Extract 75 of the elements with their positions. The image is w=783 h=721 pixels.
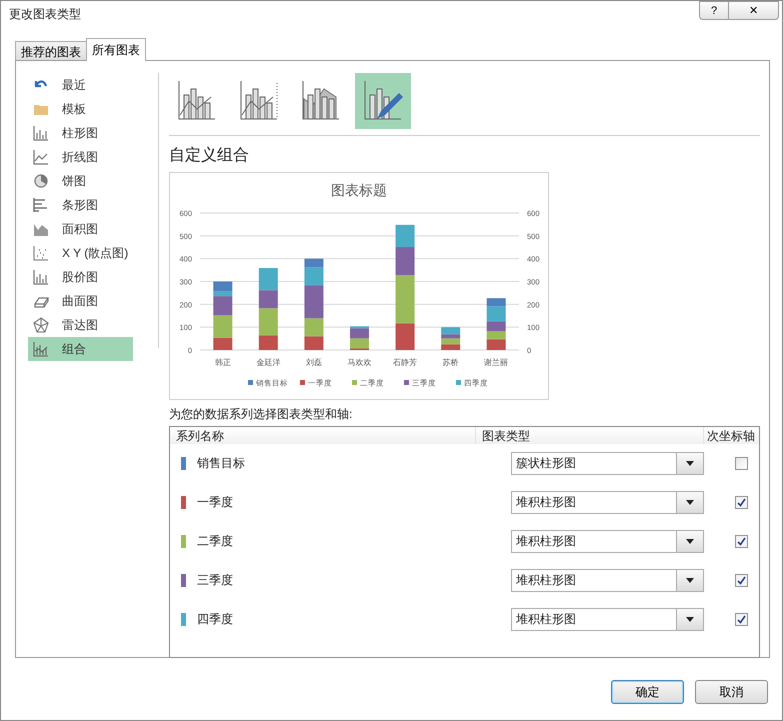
series-name: 四季度 — [197, 611, 233, 628]
series-name: 销售目标 — [197, 455, 245, 472]
chart-category-item[interactable]: X Y (散点图) — [28, 241, 133, 265]
chart-category-item[interactable]: 雷达图 — [28, 313, 133, 337]
caret-icon — [686, 539, 694, 544]
checkbox[interactable] — [735, 574, 748, 587]
series-name: 二季度 — [197, 533, 233, 550]
line-chart-icon — [33, 149, 49, 165]
bar — [396, 224, 415, 248]
category-label: 谢兰丽 — [484, 358, 508, 367]
chart-category-item[interactable]: 股价图 — [28, 265, 133, 289]
section-title: 自定义组合 — [169, 146, 250, 166]
chart-type-dropdown[interactable]: 堆积柱形图 — [511, 608, 704, 631]
category-label: 金廷洋 — [256, 358, 280, 367]
category-label: 石静芳 — [393, 358, 418, 367]
scatter-chart-icon — [33, 245, 49, 261]
chart-category-item[interactable]: 最近 — [28, 73, 133, 97]
legend-swatch — [404, 380, 409, 385]
caret-icon — [686, 617, 694, 622]
dropdown-button[interactable] — [676, 492, 703, 513]
bar-chart-icon — [33, 197, 49, 213]
chart-category-item[interactable]: 面积图 — [28, 217, 133, 241]
dropdown-button[interactable] — [676, 453, 703, 474]
category-label: 苏桥 — [442, 358, 459, 367]
column-header: 系列名称 — [170, 427, 476, 444]
legend-swatch — [248, 380, 253, 385]
checkbox[interactable] — [735, 535, 748, 548]
tab[interactable]: 推荐的图表 — [15, 41, 87, 60]
series-name: 三季度 — [197, 572, 233, 589]
combo-chart-icon — [33, 341, 49, 357]
dialog-button[interactable]: 取消 — [695, 680, 768, 704]
legend-swatch — [300, 380, 305, 385]
chart-category-item[interactable]: 饼图 — [28, 169, 133, 193]
checkbox[interactable] — [735, 496, 748, 509]
caret-icon — [686, 461, 694, 466]
legend-swatch — [352, 380, 357, 385]
chart-type-dropdown[interactable]: 堆积柱形图 — [511, 569, 704, 592]
chart-title: 图表标题 — [331, 182, 387, 198]
help-button[interactable]: ? — [699, 1, 729, 20]
series-name: 一季度 — [197, 494, 233, 511]
radar-chart-icon — [33, 317, 49, 333]
category-label: 刘磊 — [306, 358, 322, 367]
bar — [486, 339, 506, 350]
checkbox[interactable] — [735, 457, 748, 470]
chart-category-item[interactable]: 模板 — [28, 97, 133, 121]
window-title: 更改图表类型 — [9, 6, 81, 23]
caret-icon — [686, 578, 694, 583]
dropdown-button[interactable] — [676, 570, 703, 591]
chart-category-item[interactable]: 折线图 — [28, 145, 133, 169]
category-label: 韩正 — [214, 358, 231, 367]
chart-type-dropdown[interactable]: 堆积柱形图 — [511, 530, 704, 553]
chart-subtype-button[interactable] — [355, 73, 411, 129]
chart-type-dropdown[interactable]: 堆积柱形图 — [511, 491, 704, 514]
column-header: 次坐标轴 — [706, 428, 756, 444]
checkbox[interactable] — [735, 613, 748, 626]
chart-category-item[interactable]: 组合 — [28, 337, 133, 361]
chart-category-item[interactable]: 曲面图 — [28, 289, 133, 313]
caret-icon — [686, 500, 694, 505]
legend-swatch — [456, 380, 461, 385]
column-chart-icon — [33, 125, 49, 141]
column-header: 图表类型 — [476, 427, 704, 444]
close-button[interactable]: ✕ — [729, 1, 779, 20]
bar — [258, 268, 278, 290]
bar — [304, 336, 324, 350]
dropdown-button[interactable] — [676, 531, 703, 552]
instruction-text: 为您的数据系列选择图表类型和轴: — [169, 406, 354, 423]
chart-category-item[interactable]: 条形图 — [28, 193, 133, 217]
chart-category-item[interactable]: 柱形图 — [28, 121, 133, 145]
dropdown-button[interactable] — [676, 609, 703, 630]
stock-chart-icon — [33, 269, 49, 285]
category-label: 马欢欢 — [348, 358, 372, 367]
pie-chart-icon — [33, 173, 49, 189]
tab[interactable]: 所有图表 — [86, 38, 146, 61]
dialog-button[interactable]: 确定 — [611, 680, 684, 704]
chart-type-dropdown[interactable]: 簇状柱形图 — [511, 452, 704, 475]
